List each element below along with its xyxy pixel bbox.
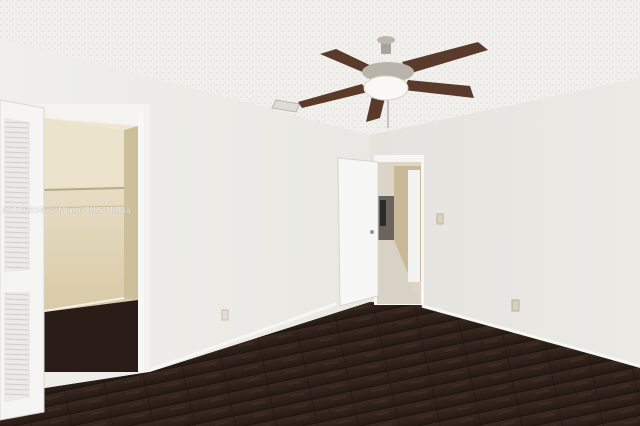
photo-watermark: A1176658 © Miami MLS Media: [2, 206, 131, 215]
power-outlet-icon: [221, 309, 229, 321]
light-switch-icon[interactable]: [436, 213, 444, 225]
walk-in-closet: [26, 104, 150, 372]
power-outlet-icon: [511, 299, 520, 312]
hallway-doorway: [374, 155, 424, 305]
empty-bedroom-photo: A1176658 © Miami MLS Media: [0, 0, 640, 426]
door-knob[interactable]: [370, 230, 374, 234]
